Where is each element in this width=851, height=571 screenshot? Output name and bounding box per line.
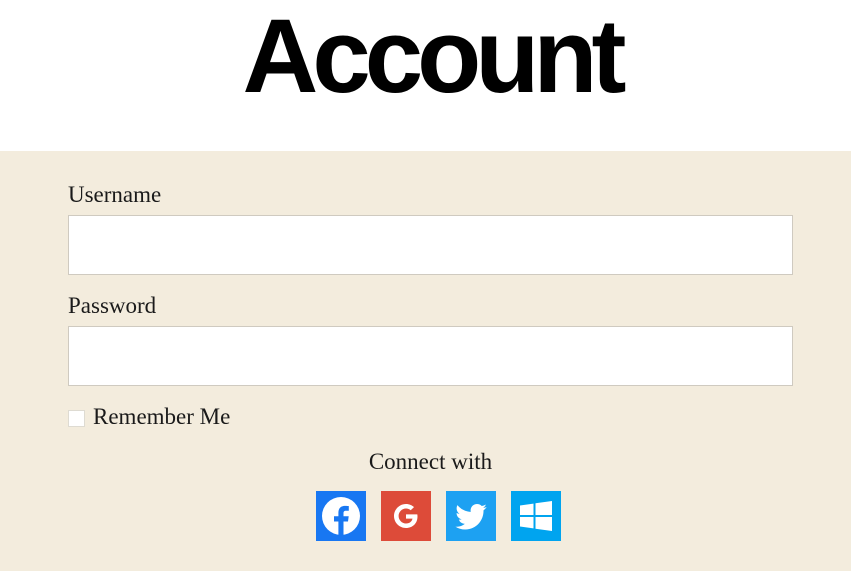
facebook-login-button[interactable] <box>316 491 366 541</box>
facebook-icon <box>319 494 363 538</box>
username-label: Username <box>68 182 162 207</box>
remember-me-label[interactable]: Remember Me <box>93 403 230 431</box>
page-header: Account <box>0 0 851 151</box>
username-field[interactable] <box>68 215 793 275</box>
google-icon <box>386 496 426 536</box>
twitter-login-button[interactable] <box>446 491 496 541</box>
remember-me-checkbox[interactable] <box>68 409 85 427</box>
google-login-button[interactable] <box>381 491 431 541</box>
password-field[interactable] <box>68 326 793 386</box>
login-form: Username Password Remember Me Connect wi… <box>0 151 851 571</box>
page-title: Account <box>242 0 627 115</box>
windows-login-button[interactable] <box>511 491 561 541</box>
connect-with-label: Connect with <box>368 449 493 474</box>
remember-me-row[interactable]: Remember Me <box>68 403 230 431</box>
windows-icon <box>516 496 556 536</box>
password-label: Password <box>68 293 157 318</box>
twitter-icon <box>453 498 489 534</box>
